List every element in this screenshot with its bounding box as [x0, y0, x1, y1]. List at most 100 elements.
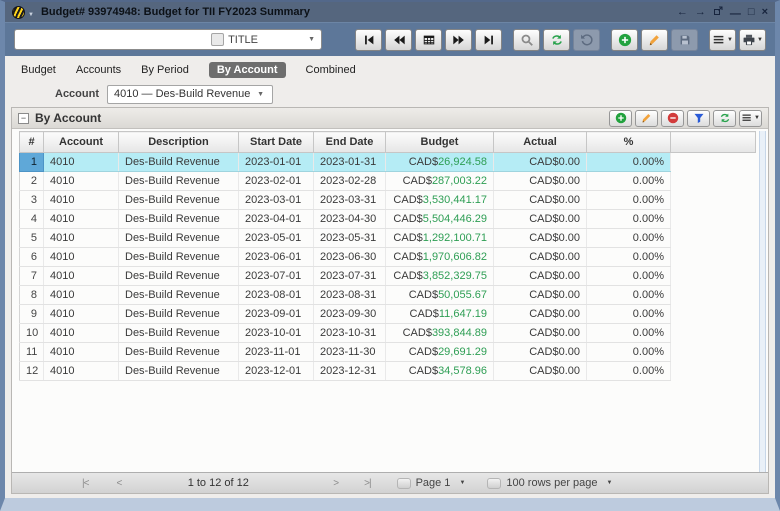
search-button[interactable]	[513, 29, 540, 51]
cell-percent: 0.00%	[587, 210, 671, 229]
tab[interactable]: By Account	[209, 62, 286, 78]
grid-menu-button[interactable]: ▼	[739, 110, 762, 127]
table-row[interactable]: 10 4010 Des-Build Revenue 2023-10-01 202…	[20, 324, 756, 343]
refresh-grid-button[interactable]	[713, 110, 736, 127]
app-logo-icon[interactable]	[12, 6, 25, 19]
cell-filler	[671, 267, 756, 286]
account-filter-label: Account	[49, 88, 99, 100]
rows-icon	[487, 478, 501, 489]
cell-start-date: 2023-09-01	[239, 305, 314, 324]
page-selector[interactable]: Page 1 ▼	[397, 477, 466, 489]
by-account-panel: − By Account	[11, 107, 769, 494]
column-header[interactable]: Budget	[386, 132, 494, 153]
add-row-button[interactable]	[609, 110, 632, 127]
cell-percent: 0.00%	[587, 172, 671, 191]
column-header[interactable]: %	[587, 132, 671, 153]
cell-end-date: 2023-12-31	[314, 362, 386, 381]
table-row[interactable]: 12 4010 Des-Build Revenue 2023-12-01 202…	[20, 362, 756, 381]
cell-row-number: 5	[20, 229, 44, 248]
previous-page-icon[interactable]: <	[116, 478, 121, 489]
collapse-panel-icon[interactable]: −	[18, 113, 29, 124]
column-header[interactable]: Actual	[494, 132, 587, 153]
cell-percent: 0.00%	[587, 153, 671, 172]
column-header[interactable]: Start Date	[239, 132, 314, 153]
last-record-button[interactable]	[475, 29, 502, 51]
column-header[interactable]: #	[20, 132, 44, 153]
cell-filler	[671, 324, 756, 343]
tab[interactable]: Combined	[306, 64, 356, 76]
list-menu-button[interactable]: ▼	[709, 29, 736, 51]
search-options-button[interactable]	[211, 33, 224, 46]
refresh-button[interactable]	[543, 29, 570, 51]
previous-record-button[interactable]	[385, 29, 412, 51]
vertical-scrollbar[interactable]	[759, 131, 766, 472]
column-header[interactable]: Description	[119, 132, 239, 153]
cell-filler	[671, 362, 756, 381]
edit-row-button[interactable]	[635, 110, 658, 127]
cell-start-date: 2023-10-01	[239, 324, 314, 343]
table-row[interactable]: 3 4010 Des-Build Revenue 2023-03-01 2023…	[20, 191, 756, 210]
undo-button	[573, 29, 600, 51]
grid-view-button[interactable]	[415, 29, 442, 51]
table-row[interactable]: 2 4010 Des-Build Revenue 2023-02-01 2023…	[20, 172, 756, 191]
cell-percent: 0.00%	[587, 286, 671, 305]
first-page-icon[interactable]: |<	[82, 478, 88, 489]
tab[interactable]: Budget	[21, 64, 56, 76]
table-row[interactable]: 7 4010 Des-Build Revenue 2023-07-01 2023…	[20, 267, 756, 286]
popout-icon[interactable]	[713, 6, 723, 19]
cell-description: Des-Build Revenue	[119, 229, 239, 248]
cell-end-date: 2023-09-30	[314, 305, 386, 324]
cell-percent: 0.00%	[587, 343, 671, 362]
cell-start-date: 2023-04-01	[239, 210, 314, 229]
cell-budget: CAD$3,852,329.75	[386, 267, 494, 286]
close-icon[interactable]: ×	[762, 7, 768, 18]
page-size-selector[interactable]: 100 rows per page ▼	[487, 477, 612, 489]
minimize-icon[interactable]: —	[730, 9, 741, 20]
table-row[interactable]: 11 4010 Des-Build Revenue 2023-11-01 202…	[20, 343, 756, 362]
table-header-row: # Account Description Start Date End Dat…	[20, 132, 756, 153]
table-row[interactable]: 1 4010 Des-Build Revenue 2023-01-01 2023…	[20, 153, 756, 172]
delete-row-button[interactable]	[661, 110, 684, 127]
cell-description: Des-Build Revenue	[119, 305, 239, 324]
cell-actual: CAD$0.00	[494, 229, 587, 248]
print-button[interactable]: ▼	[739, 29, 766, 51]
cell-row-number: 2	[20, 172, 44, 191]
next-page-icon[interactable]: >	[333, 478, 338, 489]
table-row[interactable]: 8 4010 Des-Build Revenue 2023-08-01 2023…	[20, 286, 756, 305]
account-select[interactable]: 4010 — Des-Build Revenue ▼	[107, 85, 273, 104]
chevron-down-icon: ▼	[757, 37, 763, 43]
cell-actual: CAD$0.00	[494, 343, 587, 362]
first-record-button[interactable]	[355, 29, 382, 51]
record-search-box: TITLE ▼	[14, 29, 322, 50]
column-header[interactable]	[671, 132, 756, 153]
cell-end-date: 2023-11-30	[314, 343, 386, 362]
search-field-selector[interactable]: TITLE	[228, 34, 308, 46]
forward-icon[interactable]: →	[695, 7, 706, 18]
cell-budget: CAD$29,691.29	[386, 343, 494, 362]
table-row[interactable]: 5 4010 Des-Build Revenue 2023-05-01 2023…	[20, 229, 756, 248]
column-header[interactable]: End Date	[314, 132, 386, 153]
filter-button[interactable]	[687, 110, 710, 127]
cell-actual: CAD$0.00	[494, 286, 587, 305]
search-input[interactable]	[17, 32, 211, 47]
edit-button[interactable]	[641, 29, 668, 51]
table-row[interactable]: 9 4010 Des-Build Revenue 2023-09-01 2023…	[20, 305, 756, 324]
table-row[interactable]: 4 4010 Des-Build Revenue 2023-04-01 2023…	[20, 210, 756, 229]
logo-menu-caret-icon[interactable]: ▼	[28, 12, 34, 18]
last-page-icon[interactable]: >|	[364, 478, 370, 489]
table-row[interactable]: 6 4010 Des-Build Revenue 2023-06-01 2023…	[20, 248, 756, 267]
cell-actual: CAD$0.00	[494, 248, 587, 267]
tab[interactable]: By Period	[141, 64, 189, 76]
maximize-icon[interactable]: □	[748, 7, 755, 18]
column-header[interactable]: Account	[44, 132, 119, 153]
titlebar: ▼ Budget# 93974948: Budget for TII FY202…	[5, 2, 775, 22]
back-icon[interactable]: ←	[677, 7, 688, 18]
account-filter-row: Account 4010 — Des-Build Revenue ▼	[11, 81, 769, 107]
chevron-down-icon[interactable]: ▼	[308, 36, 317, 43]
next-record-button[interactable]	[445, 29, 472, 51]
add-button[interactable]	[611, 29, 638, 51]
cell-filler	[671, 153, 756, 172]
main-toolbar: TITLE ▼	[5, 22, 775, 56]
tab[interactable]: Accounts	[76, 64, 121, 76]
app-window: ▼ Budget# 93974948: Budget for TII FY202…	[0, 0, 780, 511]
